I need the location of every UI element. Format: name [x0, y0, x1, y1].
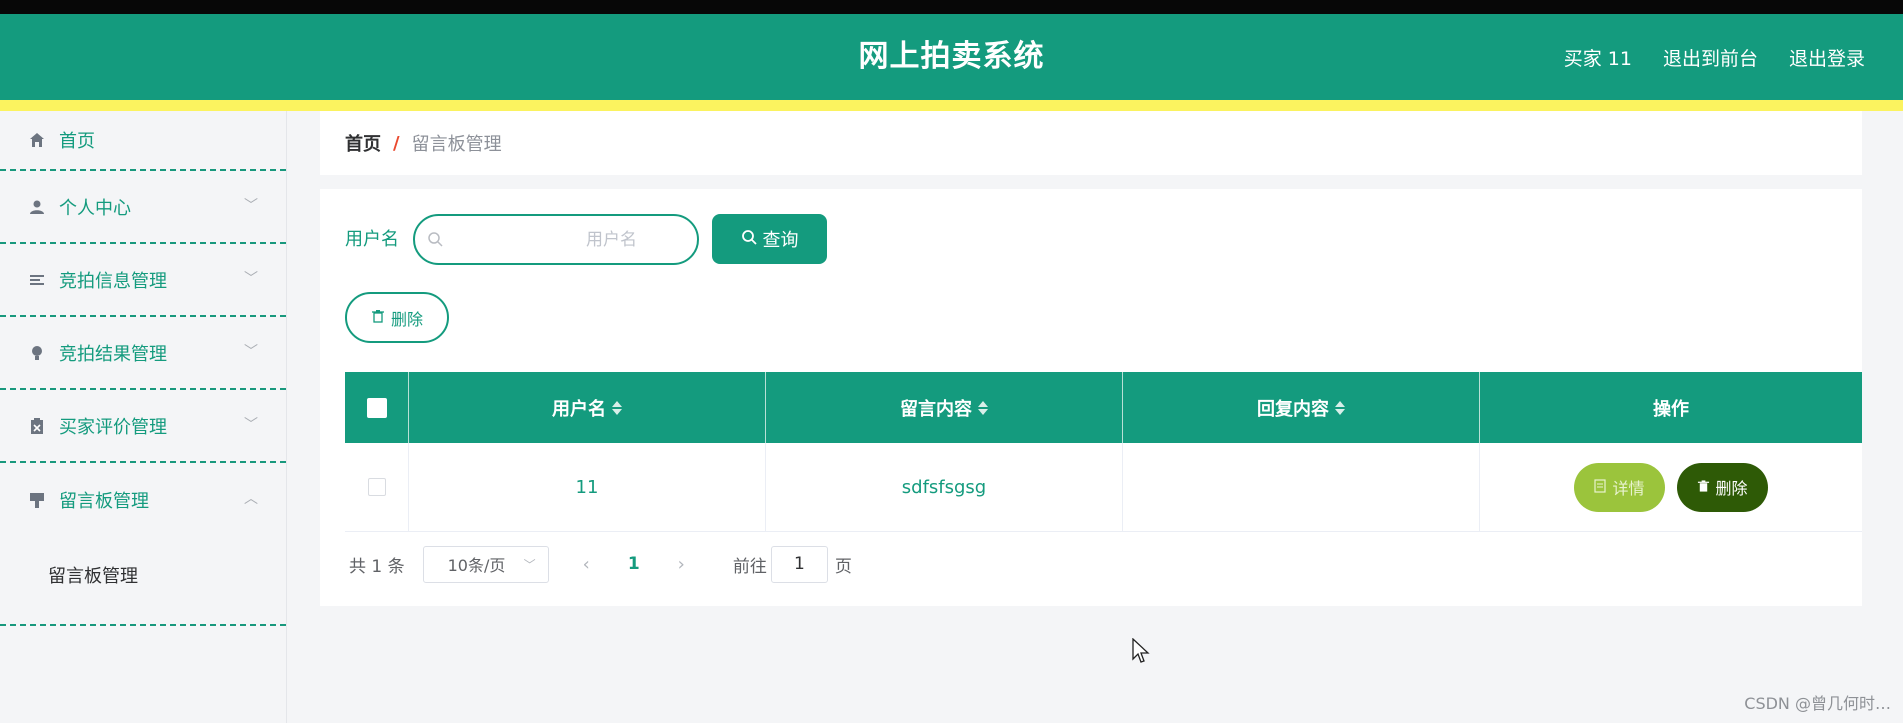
chevron-down-icon: ﹀: [244, 270, 258, 287]
table-row: 11 sdfsfsgsg 详情 删除: [345, 443, 1862, 532]
list-icon: [28, 271, 46, 289]
sidebar-item-buyer-review[interactable]: 买家评价管理 ﹀: [0, 390, 286, 463]
chevron-down-icon: ﹀: [244, 343, 258, 360]
header-username[interactable]: 用户名: [409, 372, 766, 443]
header-select-cell: [345, 372, 409, 443]
detail-button[interactable]: 详情: [1574, 462, 1665, 512]
sidebar-item-message-board[interactable]: 留言板管理 ︿: [0, 463, 286, 536]
board-icon: [28, 491, 46, 509]
trash-icon: [1697, 478, 1710, 497]
breadcrumb: 首页 / 留言板管理: [320, 111, 1862, 175]
search-icon: [427, 231, 445, 249]
sidebar-item-auction-info[interactable]: 竞拍信息管理 ﹀: [0, 244, 286, 317]
username-search-input[interactable]: [445, 229, 675, 250]
search-icon: [741, 229, 757, 250]
header-actions: 操作: [1480, 372, 1862, 443]
row-delete-label: 删除: [1715, 479, 1748, 498]
header-label: 用户名: [552, 398, 606, 420]
cell-content: sdfsfsgsg: [766, 443, 1123, 531]
cell-actions: 详情 删除: [1480, 443, 1862, 531]
row-delete-button[interactable]: 删除: [1677, 462, 1768, 512]
header-label: 留言内容: [900, 398, 972, 420]
search-box: [413, 214, 699, 265]
query-button-label: 查询: [762, 230, 799, 251]
clipboard-icon: [28, 417, 46, 435]
batch-delete-label: 删除: [390, 309, 423, 329]
pagination-total: 共 1 条: [349, 556, 405, 577]
top-black-bar: [0, 0, 1903, 14]
header-label: 回复内容: [1257, 398, 1329, 420]
sort-icon[interactable]: [1335, 400, 1345, 416]
current-user: 买家 11: [1563, 47, 1632, 70]
sidebar-subitem-message-board[interactable]: 留言板管理: [0, 536, 286, 626]
content-panel: 用户名 查询 删除 用户名 留言内容: [320, 189, 1862, 606]
prev-page-icon[interactable]: ‹: [583, 554, 590, 575]
table-header: 用户名 留言内容 回复内容 操作: [345, 372, 1862, 443]
sidebar-item-label: 留言板管理: [59, 490, 149, 512]
sort-icon[interactable]: [612, 400, 622, 416]
breadcrumb-separator: /: [393, 132, 400, 154]
header-actions: 买家 11 退出到前台 退出登录: [1564, 14, 1865, 100]
header-label: 操作: [1653, 398, 1689, 420]
home-icon: [28, 131, 46, 149]
detail-button-label: 详情: [1612, 479, 1645, 498]
breadcrumb-current: 留言板管理: [411, 134, 502, 155]
cell-reply: [1123, 443, 1480, 531]
exit-to-front-link[interactable]: 退出到前台: [1663, 44, 1758, 71]
header-stripe: [0, 100, 1903, 111]
row-checkbox[interactable]: [367, 478, 386, 496]
goto-label: 前往: [732, 556, 767, 577]
sidebar-item-label: 买家评价管理: [59, 416, 167, 438]
select-all-checkbox[interactable]: [366, 397, 387, 418]
sidebar: 首页 个人中心 ﹀ 竞拍信息管理 ﹀ 竞拍结果管理 ﹀ 买家评价管理 ﹀ 留言板…: [0, 111, 287, 723]
header-content[interactable]: 留言内容: [766, 372, 1123, 443]
header-reply[interactable]: 回复内容: [1123, 372, 1480, 443]
next-page-icon[interactable]: ›: [678, 554, 685, 575]
pagination: 共 1 条 10条/页 ﹀ ‹ 1 › 前往 页: [345, 545, 852, 583]
logout-link[interactable]: 退出登录: [1789, 44, 1865, 71]
watermark: CSDN @曾几何时…: [1744, 694, 1891, 713]
page-size-select[interactable]: 10条/页 ﹀: [422, 545, 549, 583]
document-icon: [1594, 478, 1607, 497]
user-icon: [28, 198, 46, 216]
batch-delete-button[interactable]: 删除: [345, 292, 449, 343]
bulb-icon: [28, 344, 46, 362]
search-label: 用户名: [345, 229, 399, 250]
trash-icon: [371, 308, 385, 327]
sidebar-item-label: 首页: [59, 131, 95, 152]
chevron-down-icon: ﹀: [523, 557, 536, 572]
sort-icon[interactable]: [978, 400, 988, 416]
page-number[interactable]: 1: [628, 554, 640, 574]
sidebar-item-personal-center[interactable]: 个人中心 ﹀: [0, 171, 286, 244]
sidebar-item-home[interactable]: 首页: [0, 111, 286, 171]
query-button[interactable]: 查询: [712, 214, 827, 264]
page-size-value: 10条/页: [447, 556, 506, 575]
sidebar-item-label: 个人中心: [59, 197, 131, 219]
sidebar-item-auction-result[interactable]: 竞拍结果管理 ﹀: [0, 317, 286, 390]
row-select-cell: [345, 443, 409, 531]
mouse-cursor-icon: [1132, 637, 1150, 668]
sidebar-item-label: 竞拍信息管理: [59, 270, 167, 292]
sidebar-item-label: 竞拍结果管理: [59, 343, 167, 365]
cell-username: 11: [409, 443, 766, 531]
breadcrumb-home[interactable]: 首页: [345, 130, 381, 156]
goto-page-input[interactable]: [770, 545, 828, 583]
message-table: 用户名 留言内容 回复内容 操作 11 sdfsfsgsg 详情 删除: [345, 372, 1862, 532]
chevron-up-icon: ︿: [244, 490, 258, 507]
goto-unit: 页: [834, 556, 852, 577]
chevron-down-icon: ﹀: [244, 416, 258, 433]
chevron-down-icon: ﹀: [244, 197, 258, 214]
